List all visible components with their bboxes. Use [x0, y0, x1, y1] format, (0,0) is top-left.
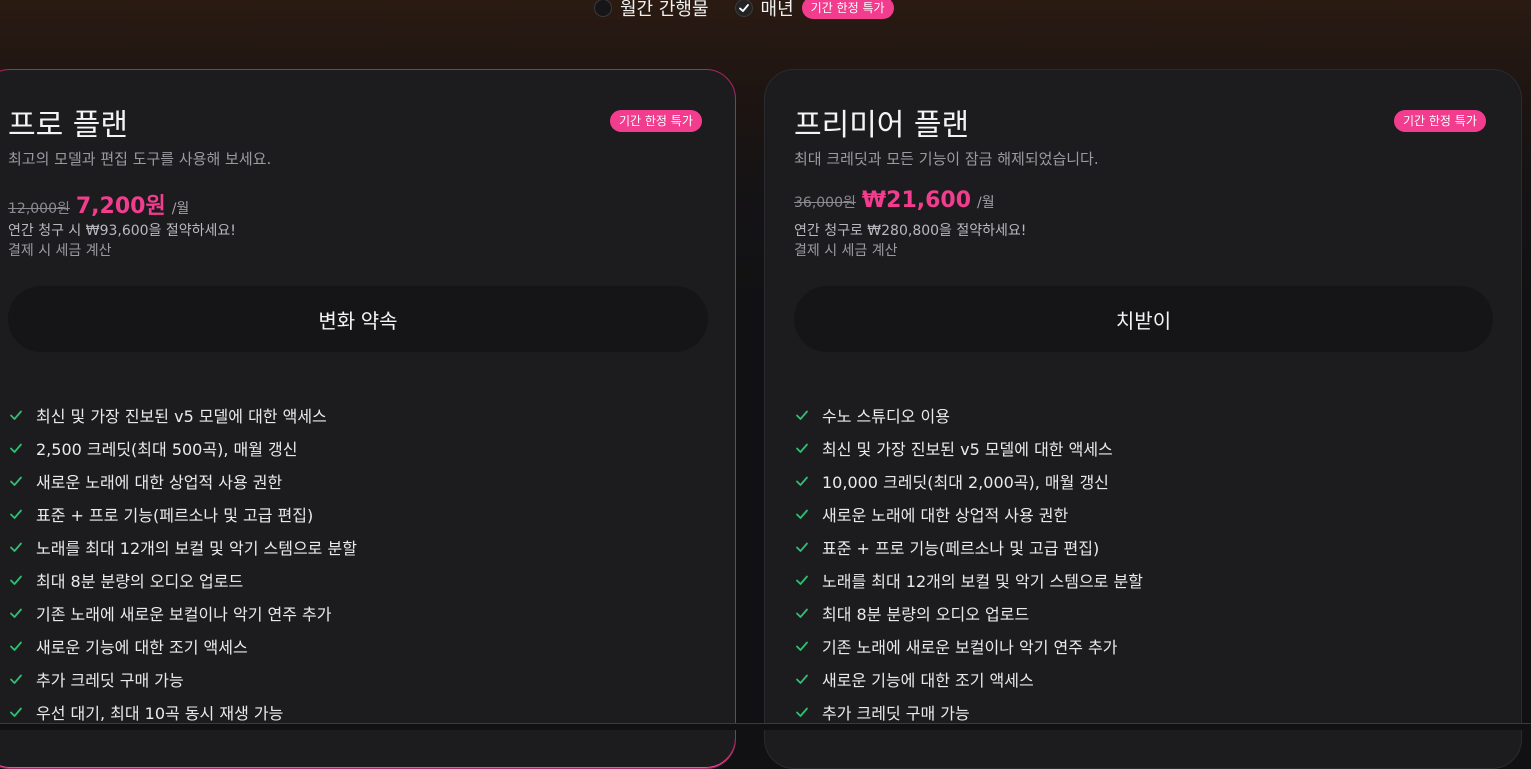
- feature-item: 표준 + 프로 기능(페르소나 및 고급 편집): [8, 497, 357, 530]
- subscribe-pro-button[interactable]: 변화 약속: [8, 286, 708, 352]
- feature-text: 새로운 기능에 대한 조기 액세스: [36, 637, 248, 657]
- feature-item: 최대 8분 분량의 오디오 업로드: [8, 563, 357, 596]
- plan-subtitle: 최고의 모델과 편집 도구를 사용해 보세요.: [8, 150, 272, 168]
- plan-promo-badge: 기간 한정 특가: [610, 110, 702, 132]
- discount-price: ₩21,600: [861, 188, 972, 213]
- feature-list: 수노 스튜디오 이용최신 및 가장 진보된 v5 모델에 대한 액세스 10,00…: [794, 398, 1143, 728]
- plan-title: 프리미어 플랜: [794, 108, 970, 143]
- feature-item: 노래를 최대 12개의 보컬 및 악기 스템으로 분할: [8, 530, 357, 563]
- feature-text: 표준 + 프로 기능(페르소나 및 고급 편집): [822, 538, 1100, 558]
- check-icon: [8, 440, 24, 456]
- feature-item: 최신 및 가장 진보된 v5 모델에 대한 액세스: [794, 431, 1143, 464]
- plan-card-pro: 프로 플랜 기간 한정 특가 최고의 모델과 편집 도구를 사용해 보세요. 1…: [0, 69, 736, 769]
- original-price: 36,000원: [794, 195, 856, 211]
- monthly-radio[interactable]: [594, 0, 612, 17]
- feature-item: 새로운 노래에 대한 상업적 사용 권한: [8, 464, 357, 497]
- feature-text: 2,500 크레딧(최대 500곡), 매월 갱신: [36, 439, 298, 459]
- plan-subtitle: 최대 크레딧과 모든 기능이 잠금 해제되었습니다.: [794, 150, 1099, 168]
- check-icon: [794, 605, 810, 621]
- feature-text: 기존 노래에 새로운 보컬이나 악기 연주 추가: [822, 637, 1118, 657]
- annual-savings: 연간 청구로 ₩280,800을 절약하세요!: [794, 223, 1027, 239]
- price-row: 36,000원 ₩21,600 /월: [794, 188, 995, 213]
- tax-note: 결제 시 세금 계산: [794, 243, 898, 259]
- check-icon: [794, 704, 810, 720]
- feature-text: 새로운 노래에 대한 상업적 사용 권한: [36, 472, 283, 492]
- tax-note: 결제 시 세금 계산: [8, 243, 112, 259]
- annual-savings: 연간 청구 시 ₩93,600을 절약하세요!: [8, 223, 236, 239]
- feature-text: 표준 + 프로 기능(페르소나 및 고급 편집): [36, 505, 314, 525]
- feature-text: 노래를 최대 12개의 보컬 및 악기 스템으로 분할: [36, 538, 357, 558]
- yearly-radio[interactable]: [734, 0, 753, 17]
- feature-text: 노래를 최대 12개의 보컬 및 악기 스템으로 분할: [822, 571, 1143, 591]
- feature-item: 추가 크레딧 구매 가능: [8, 662, 357, 695]
- feature-text: 새로운 기능에 대한 조기 액세스: [822, 670, 1034, 690]
- monthly-label[interactable]: 월간 간행물: [620, 0, 709, 21]
- subscribe-premier-button[interactable]: 치받이: [794, 286, 1493, 352]
- check-icon: [794, 440, 810, 456]
- feature-text: 새로운 노래에 대한 상업적 사용 권한: [822, 505, 1069, 525]
- yearly-label[interactable]: 매년: [761, 0, 794, 21]
- check-icon: [8, 638, 24, 654]
- feature-item: 표준 + 프로 기능(페르소나 및 고급 편집): [794, 530, 1143, 563]
- check-icon: [794, 473, 810, 489]
- feature-item: 새로운 노래에 대한 상업적 사용 권한: [794, 497, 1143, 530]
- plan-promo-badge: 기간 한정 특가: [1394, 110, 1486, 132]
- price-period: /월: [977, 195, 995, 211]
- plan-title: 프로 플랜: [8, 108, 128, 143]
- feature-text: 최신 및 가장 진보된 v5 모델에 대한 액세스: [36, 406, 327, 426]
- feature-item: 최대 8분 분량의 오디오 업로드: [794, 596, 1143, 629]
- feature-text: 최대 8분 분량의 오디오 업로드: [36, 571, 244, 591]
- feature-text: 기존 노래에 새로운 보컬이나 악기 연주 추가: [36, 604, 332, 624]
- check-icon: [794, 539, 810, 555]
- discount-price: 7,200원: [75, 194, 166, 219]
- check-icon: [8, 704, 24, 720]
- check-icon: [8, 473, 24, 489]
- check-icon: [8, 605, 24, 621]
- feature-text: 추가 크레딧 구매 가능: [36, 670, 184, 690]
- feature-text: 10,000 크레딧(최대 2,000곡), 매월 갱신: [822, 472, 1109, 492]
- check-icon: [8, 506, 24, 522]
- feature-list: 최신 및 가장 진보된 v5 모델에 대한 액세스 2,500 크레딧(최대 50…: [8, 398, 357, 728]
- check-icon: [8, 407, 24, 423]
- feature-item: 기존 노래에 새로운 보컬이나 악기 연주 추가: [8, 596, 357, 629]
- price-period: /월: [171, 201, 190, 217]
- bottom-divider: [0, 723, 1531, 730]
- billing-toggle: 월간 간행물 매년 기간 한정 특가: [594, 0, 894, 22]
- check-icon: [794, 572, 810, 588]
- check-icon: [794, 638, 810, 654]
- feature-item: 노래를 최대 12개의 보컬 및 악기 스템으로 분할: [794, 563, 1143, 596]
- check-icon: [8, 572, 24, 588]
- feature-text: 최신 및 가장 진보된 v5 모델에 대한 액세스: [822, 439, 1113, 459]
- feature-text: 우선 대기, 최대 10곡 동시 재생 가능: [36, 703, 284, 723]
- feature-item: 새로운 기능에 대한 조기 액세스: [8, 629, 357, 662]
- check-icon: [8, 671, 24, 687]
- feature-item: 최신 및 가장 진보된 v5 모델에 대한 액세스: [8, 398, 357, 431]
- promo-badge: 기간 한정 특가: [801, 0, 894, 19]
- check-icon: [794, 506, 810, 522]
- check-icon: [8, 539, 24, 555]
- feature-item: 2,500 크레딧(최대 500곡), 매월 갱신: [8, 431, 357, 464]
- feature-item: 기존 노래에 새로운 보컬이나 악기 연주 추가: [794, 629, 1143, 662]
- price-row: 12,000원 7,200원 /월: [8, 188, 189, 220]
- feature-item: 수노 스튜디오 이용: [794, 398, 1143, 431]
- check-icon: [794, 407, 810, 423]
- feature-text: 최대 8분 분량의 오디오 업로드: [822, 604, 1030, 624]
- feature-item: 새로운 기능에 대한 조기 액세스: [794, 662, 1143, 695]
- original-price: 12,000원: [8, 201, 70, 217]
- feature-text: 추가 크레딧 구매 가능: [822, 703, 970, 723]
- feature-text: 수노 스튜디오 이용: [822, 406, 950, 426]
- checkmark-icon: [738, 4, 749, 12]
- feature-item: 10,000 크레딧(최대 2,000곡), 매월 갱신: [794, 464, 1143, 497]
- check-icon: [794, 671, 810, 687]
- plan-card-premier: 프리미어 플랜 기간 한정 특가 최대 크레딧과 모든 기능이 잠금 해제되었습…: [764, 69, 1522, 769]
